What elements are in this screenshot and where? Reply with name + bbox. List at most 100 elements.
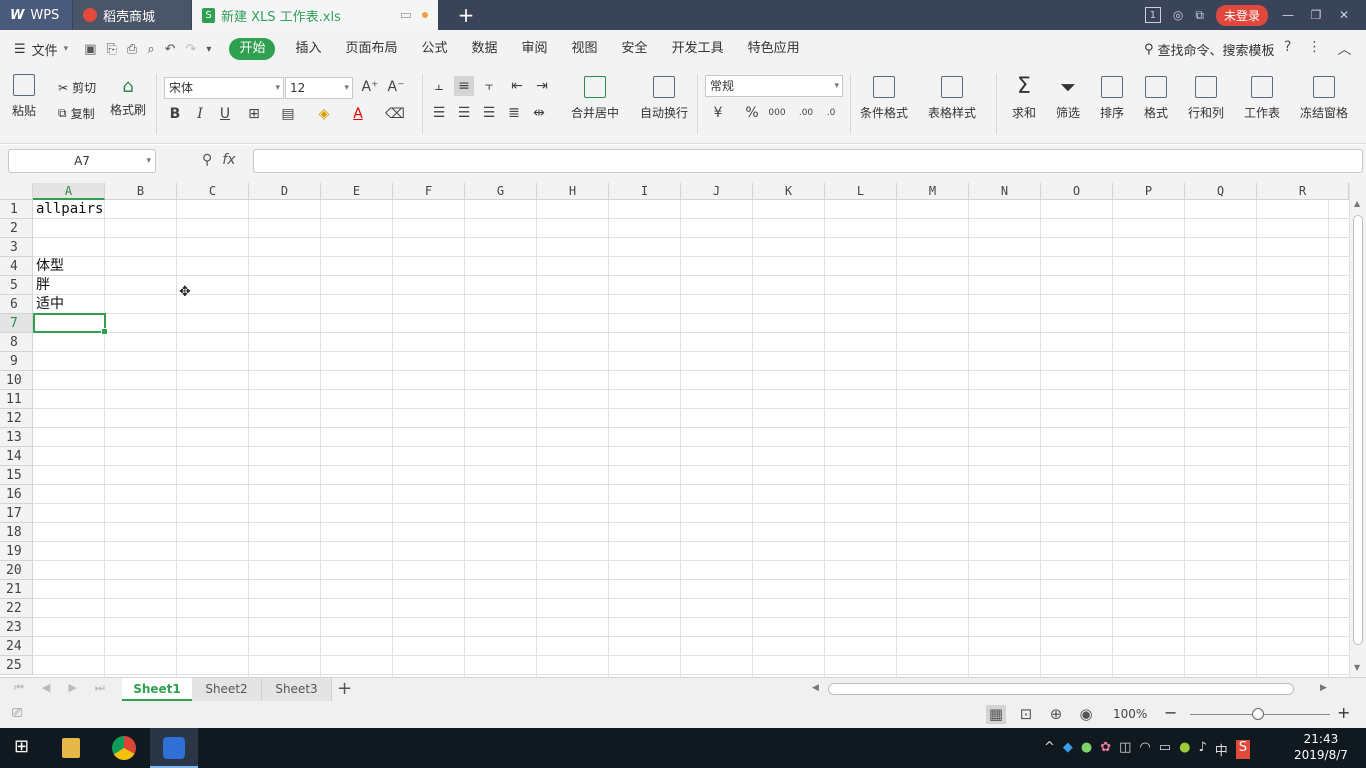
row-header[interactable]: 20: [0, 561, 33, 580]
row-header[interactable]: 16: [0, 485, 33, 504]
wrap-text-button[interactable]: 自动换行: [640, 76, 688, 121]
column-header[interactable]: Q: [1185, 183, 1257, 200]
page-break-view-icon[interactable]: ⊡: [1016, 705, 1036, 724]
macro-record-icon[interactable]: ⎚: [12, 706, 22, 721]
customize-icon[interactable]: ▾: [206, 44, 211, 55]
row-header[interactable]: 15: [0, 466, 33, 485]
scroll-left-icon[interactable]: ◀: [812, 683, 819, 693]
skin-icon[interactable]: ◎: [1173, 8, 1183, 22]
tray-expand-icon[interactable]: ^: [1044, 740, 1055, 759]
format-button[interactable]: 格式: [1144, 76, 1168, 121]
menu-page-layout[interactable]: 页面布局: [333, 38, 409, 60]
worksheet-button[interactable]: 工作表: [1244, 76, 1280, 121]
reading-mode-icon[interactable]: ◉: [1076, 705, 1096, 724]
row-header[interactable]: 17: [0, 504, 33, 523]
wps-taskbar-icon[interactable]: [150, 728, 198, 768]
zoom-in-icon[interactable]: +: [1337, 703, 1350, 722]
row-header[interactable]: 24: [0, 637, 33, 656]
font-name-select[interactable]: 宋体: [164, 77, 284, 99]
vertical-scrollbar[interactable]: ▲ ▼: [1349, 183, 1366, 677]
new-tab-button[interactable]: +: [438, 0, 494, 30]
distribute-icon[interactable]: ⇹: [529, 103, 549, 123]
bold-icon[interactable]: B: [165, 104, 185, 124]
menu-insert[interactable]: 插入: [283, 38, 333, 60]
wifi-icon[interactable]: ◠: [1139, 740, 1150, 759]
zoom-slider-knob[interactable]: [1252, 708, 1264, 720]
row-col-button[interactable]: 行和列: [1188, 76, 1224, 121]
column-header[interactable]: A: [33, 183, 105, 200]
column-header[interactable]: O: [1041, 183, 1113, 200]
column-header[interactable]: N: [969, 183, 1041, 200]
cut-button[interactable]: ✂ 剪切: [58, 79, 96, 96]
more-icon[interactable]: ⋮: [1307, 39, 1321, 59]
spreadsheet-grid[interactable]: ABCDEFGHIJKLMNOPQR 1 2 3 4 5 6 7 8 9 10 11 12 13 14 15…: [0, 183, 1366, 677]
table-style-button[interactable]: 表格样式: [928, 76, 976, 121]
decrease-indent-icon[interactable]: ⇤: [507, 76, 527, 96]
fx-label[interactable]: fx: [222, 152, 235, 168]
align-right-icon[interactable]: ☰: [479, 103, 499, 123]
scroll-down-icon[interactable]: ▼: [1354, 663, 1360, 672]
row-header[interactable]: 22: [0, 599, 33, 618]
italic-icon[interactable]: I: [190, 104, 210, 124]
row-header[interactable]: 1: [0, 200, 33, 219]
ime-indicator[interactable]: 中: [1215, 740, 1228, 759]
tray-green-icon[interactable]: ●: [1179, 740, 1190, 759]
tray-app-icon[interactable]: ◆: [1063, 740, 1073, 759]
battery-icon[interactable]: ▭: [1159, 740, 1171, 759]
column-header[interactable]: F: [393, 183, 465, 200]
file-menu[interactable]: ☰ 文件 ▾: [14, 40, 68, 59]
column-header[interactable]: B: [105, 183, 177, 200]
currency-icon[interactable]: ¥: [708, 103, 728, 123]
increase-font-icon[interactable]: A⁺: [360, 77, 380, 97]
cell-style-icon[interactable]: ▤: [278, 104, 298, 124]
paste-button[interactable]: 粘贴: [12, 74, 36, 119]
copy-button[interactable]: ⧉ 复制: [58, 105, 95, 122]
thousands-icon[interactable]: 000: [767, 103, 787, 123]
row-header[interactable]: 2: [0, 219, 33, 238]
underline-icon[interactable]: U: [215, 104, 235, 124]
column-header[interactable]: E: [321, 183, 393, 200]
cell-A4[interactable]: 体型: [33, 257, 64, 276]
formula-input[interactable]: [253, 149, 1363, 173]
align-bottom-icon[interactable]: ⫟: [479, 76, 499, 96]
save-icon[interactable]: ▣: [84, 42, 96, 57]
undo-icon[interactable]: ↶: [165, 42, 176, 57]
column-header[interactable]: M: [897, 183, 969, 200]
print-icon[interactable]: ⎙: [127, 42, 137, 57]
row-header[interactable]: 9: [0, 352, 33, 371]
tray-flower-icon[interactable]: ✿: [1100, 740, 1111, 759]
scroll-up-icon[interactable]: ▲: [1354, 199, 1360, 208]
cell-A5[interactable]: 胖: [33, 276, 50, 295]
increase-indent-icon[interactable]: ⇥: [532, 76, 552, 96]
row-header[interactable]: 10: [0, 371, 33, 390]
menu-home[interactable]: 开始: [229, 38, 276, 60]
sheet-tab-3[interactable]: Sheet3: [262, 678, 332, 701]
next-sheet-icon[interactable]: ▶: [68, 681, 76, 695]
column-header[interactable]: L: [825, 183, 897, 200]
menu-review[interactable]: 审阅: [510, 38, 560, 60]
sheet-tab-2[interactable]: Sheet2: [192, 678, 262, 701]
row-header[interactable]: 23: [0, 618, 33, 637]
volume-icon[interactable]: ♪: [1198, 740, 1206, 759]
fill-color-icon[interactable]: ◈: [314, 104, 334, 124]
column-header[interactable]: G: [465, 183, 537, 200]
conditional-format-button[interactable]: 条件格式: [860, 76, 908, 121]
column-header[interactable]: K: [753, 183, 825, 200]
column-header[interactable]: J: [681, 183, 753, 200]
minimize-icon[interactable]: —: [1280, 8, 1296, 22]
row-header[interactable]: 14: [0, 447, 33, 466]
monitor-icon[interactable]: ▭: [400, 8, 412, 23]
zoom-level[interactable]: 100%: [1113, 707, 1147, 721]
filter-button[interactable]: ⏷ 筛选: [1056, 76, 1080, 121]
first-sheet-icon[interactable]: ⏮: [14, 681, 24, 695]
print-preview-icon[interactable]: ⌕: [147, 42, 154, 57]
menu-security[interactable]: 安全: [610, 38, 660, 60]
page-layout-view-icon[interactable]: ⊕: [1046, 705, 1066, 724]
menu-developer[interactable]: 开发工具: [660, 38, 736, 60]
selected-cell-outline[interactable]: [33, 313, 108, 335]
prev-sheet-icon[interactable]: ◀: [42, 681, 50, 695]
normal-view-icon[interactable]: ▦: [986, 705, 1006, 724]
row-header[interactable]: 3: [0, 238, 33, 257]
row-header[interactable]: 21: [0, 580, 33, 599]
row-header[interactable]: 13: [0, 428, 33, 447]
